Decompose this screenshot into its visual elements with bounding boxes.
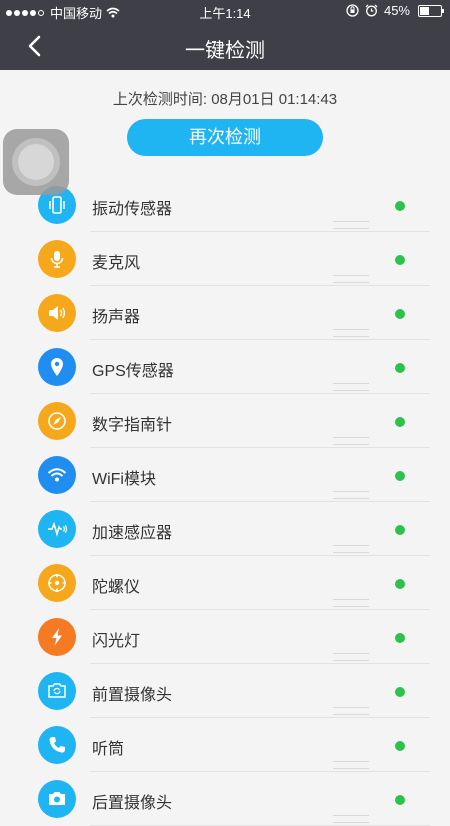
lightning-icon	[38, 618, 76, 656]
drag-handle	[333, 275, 369, 283]
speaker-icon	[38, 294, 76, 332]
sensor-label: 振动传感器	[92, 201, 173, 218]
drag-handle	[333, 815, 369, 823]
status-ok-indicator	[395, 795, 405, 805]
sensor-list-item[interactable]: WiFi模块	[0, 448, 450, 502]
sensor-label: 数字指南针	[92, 417, 173, 434]
sensor-label: 闪光灯	[92, 633, 141, 650]
sensor-label: 前置摄像头	[92, 687, 173, 704]
status-ok-indicator	[395, 255, 405, 265]
sensor-list-item[interactable]: 陀螺仪	[0, 556, 450, 610]
drag-handle	[333, 761, 369, 769]
sensor-list-item[interactable]: 麦克风	[0, 232, 450, 286]
drag-handle	[333, 437, 369, 445]
drag-handle	[333, 653, 369, 661]
sensor-list-item[interactable]: 加速感应器	[0, 502, 450, 556]
sensor-list: 振动传感器麦克风扬声器 GPS传感器 数字指南针 WiFi模块 加速感应器陀螺仪闪光灯前…	[0, 178, 450, 826]
status-ok-indicator	[395, 741, 405, 751]
drag-handle	[333, 383, 369, 391]
sensor-list-item[interactable]: 扬声器	[0, 286, 450, 340]
compass-icon	[38, 402, 76, 440]
sensor-label: 后置摄像头	[92, 795, 173, 812]
assistive-touch-button[interactable]	[3, 129, 69, 195]
drag-handle	[333, 329, 369, 337]
sensor-list-item[interactable]: 听筒	[0, 718, 450, 772]
camera-switch-icon	[38, 672, 76, 710]
status-ok-indicator	[395, 417, 405, 427]
sensor-list-item[interactable]: 后置摄像头	[0, 772, 450, 826]
gyroscope-icon	[38, 564, 76, 602]
sensor-label: 听筒	[92, 741, 125, 758]
status-ok-indicator	[395, 363, 405, 373]
battery-icon	[418, 4, 444, 17]
sensor-label: 麦克风	[92, 255, 141, 272]
page-title: 一键检测	[185, 40, 265, 62]
drag-handle	[333, 221, 369, 229]
drag-handle	[333, 707, 369, 715]
status-ok-indicator	[395, 525, 405, 535]
sensor-list-item[interactable]: 数字指南针	[0, 394, 450, 448]
status-ok-indicator	[395, 579, 405, 589]
sensor-label: GPS传感器	[92, 363, 174, 380]
pulse-icon	[38, 510, 76, 548]
status-ok-indicator	[395, 633, 405, 643]
last-check-time: 上次检测时间: 08月01日 01:14:43	[112, 91, 338, 108]
status-right: 45%	[346, 3, 444, 18]
status-ok-indicator	[395, 687, 405, 697]
status-ok-indicator	[395, 471, 405, 481]
phone-handset-icon	[38, 726, 76, 764]
status-ok-indicator	[395, 201, 405, 211]
top-bar: 中国移动 上午1:14 45% 一键检测	[0, 0, 450, 70]
sensor-label: 陀螺仪	[92, 579, 141, 596]
location-pin-icon	[38, 348, 76, 386]
sensor-list-item[interactable]: 前置摄像头	[0, 664, 450, 718]
sensor-label: WiFi模块	[92, 471, 156, 488]
sensor-label: 扬声器	[92, 309, 141, 326]
sensor-list-item[interactable]: GPS传感器	[0, 340, 450, 394]
alarm-icon	[365, 4, 378, 17]
battery-percent: 45%	[383, 3, 410, 18]
sensor-label: 加速感应器	[92, 525, 173, 542]
drag-handle	[333, 599, 369, 607]
nav-bar: 一键检测	[0, 22, 450, 70]
wifi-icon	[38, 456, 76, 494]
status-ok-indicator	[395, 309, 405, 319]
rotation-lock-icon	[346, 4, 359, 17]
drag-handle	[333, 491, 369, 499]
microphone-icon	[38, 240, 76, 278]
sensor-list-item[interactable]: 闪光灯	[0, 610, 450, 664]
status-bar: 中国移动 上午1:14 45%	[0, 0, 450, 22]
recheck-button[interactable]: 再次检测	[127, 119, 323, 156]
camera-icon	[38, 780, 76, 818]
drag-handle	[333, 545, 369, 553]
